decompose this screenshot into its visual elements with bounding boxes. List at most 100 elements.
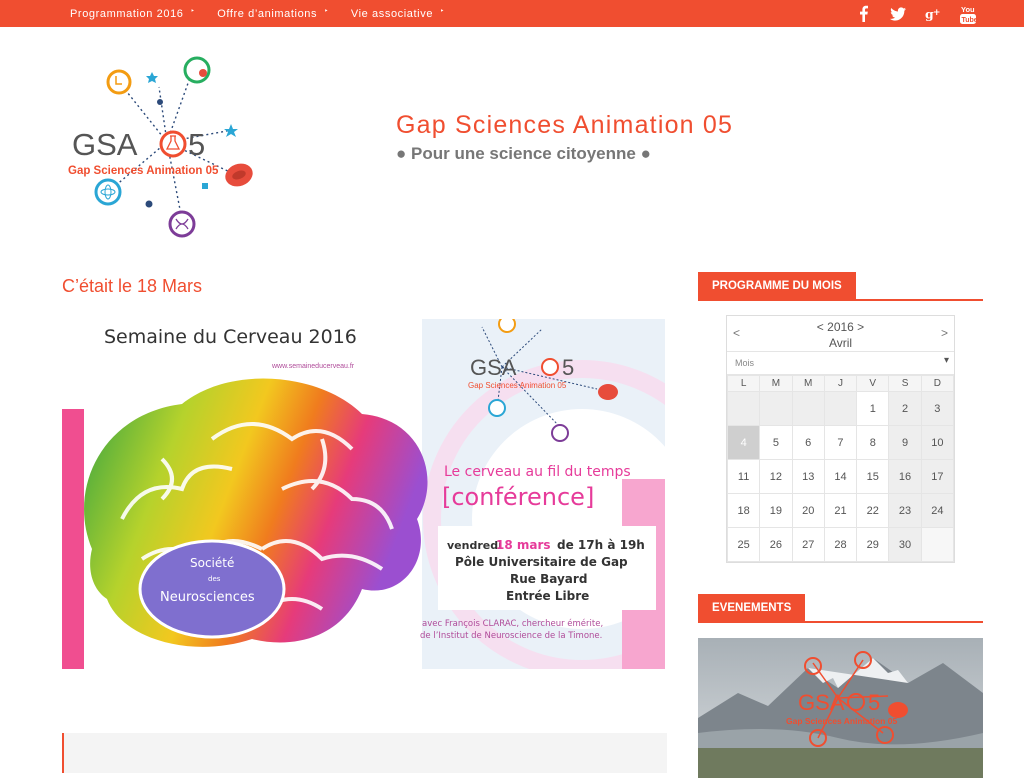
- poster-logo-num: 5: [562, 355, 574, 380]
- calendar-day[interactable]: 19: [759, 493, 793, 528]
- widget-events-header: EVENEMENTS: [698, 594, 983, 623]
- calendar-day[interactable]: 14: [823, 459, 858, 494]
- nav-item-label: Vie associative: [350, 7, 434, 20]
- poster-logo-text: GSA: [470, 355, 517, 380]
- calendar-day[interactable]: 5: [759, 425, 793, 460]
- poster-place-1: Pôle Universitaire de Gap: [455, 555, 628, 569]
- poster-logo-subtitle: Gap Sciences Animation 05: [468, 381, 567, 390]
- calendar-day[interactable]: 17: [920, 459, 955, 494]
- calendar-day[interactable]: 13: [791, 459, 825, 494]
- widget-events-title: EVENEMENTS: [698, 594, 806, 621]
- site-logo[interactable]: GSA 5 Gap Sciences Animation 05: [64, 52, 264, 244]
- calendar-month-select[interactable]: Mois ▾: [727, 352, 954, 375]
- calendar-day[interactable]: 6: [791, 425, 825, 460]
- nav-item-programmation[interactable]: Programmation 2016 ‣: [70, 8, 195, 20]
- event-logo-subtitle: Gap Sciences Animation 05: [786, 716, 897, 726]
- caret-right-icon: ‣: [324, 7, 329, 15]
- poster-url: www.semaineducerveau.fr: [271, 363, 355, 370]
- site-title[interactable]: Gap Sciences Animation 05: [396, 111, 733, 140]
- calendar-day[interactable]: 28: [823, 527, 858, 562]
- social-links: g + You Tube: [836, 0, 976, 27]
- facebook-icon[interactable]: [855, 5, 871, 23]
- youtube-icon[interactable]: You Tube: [960, 5, 977, 24]
- weekday-label: J: [823, 375, 858, 392]
- calendar-day[interactable]: 1: [856, 391, 890, 426]
- calendar-empty-cell: [920, 527, 955, 562]
- calendar-empty-cell: [759, 391, 793, 426]
- poster-heading: Semaine du Cerveau 2016: [104, 326, 357, 348]
- top-nav: Programmation 2016 ‣ Offre d’animations …: [70, 0, 467, 27]
- calendar-day[interactable]: 23: [888, 493, 922, 528]
- calendar-day[interactable]: 21: [823, 493, 858, 528]
- nav-item-label: Offre d’animations: [217, 7, 318, 20]
- calendar-day[interactable]: 2: [888, 391, 922, 426]
- calendar-day[interactable]: 20: [791, 493, 825, 528]
- calendar-header: < < 2016 > Avril >: [727, 316, 954, 352]
- calendar-next-button[interactable]: >: [941, 326, 948, 340]
- logo-subtitle: Gap Sciences Animation 05: [68, 165, 219, 177]
- calendar-day[interactable]: 25: [726, 527, 761, 562]
- calendar-day[interactable]: 11: [726, 459, 761, 494]
- weekday-label: D: [920, 375, 955, 392]
- weekday-label: M: [759, 375, 793, 392]
- poster-kind: [conférence]: [442, 483, 594, 511]
- svg-text:+: +: [933, 8, 940, 18]
- nav-item-offre[interactable]: Offre d’animations ‣: [217, 8, 329, 20]
- poster-speaker-2: de l’Institut de Neuroscience de la Timo…: [420, 631, 602, 641]
- calendar-day[interactable]: 27: [791, 527, 825, 562]
- nav-item-vie-associative[interactable]: Vie associative ‣: [351, 8, 445, 20]
- calendar-day[interactable]: 24: [920, 493, 955, 528]
- post-featured-image[interactable]: Semaine du Cerveau 2016 www.semaineducer…: [62, 319, 665, 669]
- calendar-day[interactable]: 18: [726, 493, 761, 528]
- svg-text:Tube: Tube: [962, 17, 977, 24]
- weekday-label: M: [791, 375, 825, 392]
- calendar-day[interactable]: 12: [759, 459, 793, 494]
- calendar-day[interactable]: 26: [759, 527, 793, 562]
- poster-date-prefix: vendredi: [447, 539, 502, 552]
- dropdown-arrow-icon: ▾: [943, 355, 949, 366]
- logo-text: GSA: [72, 127, 138, 162]
- calendar-grid: L M M J V S D 1 2 3 4 5 6 7 8 9 10 11 12 13 14 15 16 17 1…: [726, 375, 955, 562]
- top-bar: Programmation 2016 ‣ Offre d’animations …: [0, 0, 1024, 27]
- calendar-day[interactable]: 7: [823, 425, 858, 460]
- event-logo-text: GSA: [798, 690, 845, 715]
- svg-text:You: You: [961, 5, 975, 14]
- calendar-day[interactable]: 15: [856, 459, 890, 494]
- calendar-day[interactable]: 9: [888, 425, 922, 460]
- poster-place-2: Rue Bayard: [510, 572, 587, 586]
- calendar-day[interactable]: 3: [920, 391, 955, 426]
- calendar-month-label: Avril: [828, 336, 853, 350]
- event-image[interactable]: GSA 5 Gap Sciences Animation 05: [698, 638, 983, 778]
- caret-right-icon: ‣: [190, 7, 196, 15]
- site-tagline: ● Pour une science citoyenne ●: [396, 144, 651, 163]
- calendar-year-nav[interactable]: < 2016 >: [727, 320, 954, 334]
- poster-time: de 17h à 19h: [557, 538, 645, 552]
- weekday-label: V: [856, 375, 890, 392]
- poster-society-2: des: [208, 575, 221, 583]
- weekday-label: L: [726, 375, 761, 392]
- calendar-empty-cell: [791, 391, 825, 426]
- calendar-day[interactable]: 16: [888, 459, 922, 494]
- calendar-day[interactable]: 4: [726, 425, 761, 460]
- calendar-widget: < < 2016 > Avril > Mois ▾ L M M J V S D …: [726, 315, 955, 563]
- google-plus-icon[interactable]: g +: [925, 5, 941, 23]
- poster-date: 18 mars: [496, 538, 551, 552]
- calendar-day[interactable]: 10: [920, 425, 955, 460]
- calendar-select-placeholder: Mois: [735, 358, 755, 368]
- twitter-icon[interactable]: [890, 5, 906, 23]
- poster-speaker-1: avec François CLARAC, chercheur émérite,: [422, 618, 603, 629]
- poster-entry: Entrée Libre: [506, 589, 589, 603]
- event-logo-num: 5: [868, 690, 880, 715]
- calendar-day[interactable]: 29: [856, 527, 890, 562]
- calendar-empty-cell: [726, 391, 761, 426]
- poster-society-1: Société: [190, 556, 234, 570]
- calendar-day[interactable]: 8: [856, 425, 890, 460]
- caret-right-icon: ‣: [440, 7, 445, 15]
- calendar-day[interactable]: 22: [856, 493, 890, 528]
- post-title[interactable]: C’était le 18 Mars: [62, 276, 202, 297]
- calendar-empty-cell: [823, 391, 858, 426]
- poster-society-3: Neurosciences: [160, 590, 255, 605]
- calendar-day[interactable]: 30: [888, 527, 922, 562]
- weekday-label: S: [888, 375, 922, 392]
- post-excerpt-box: [62, 733, 667, 773]
